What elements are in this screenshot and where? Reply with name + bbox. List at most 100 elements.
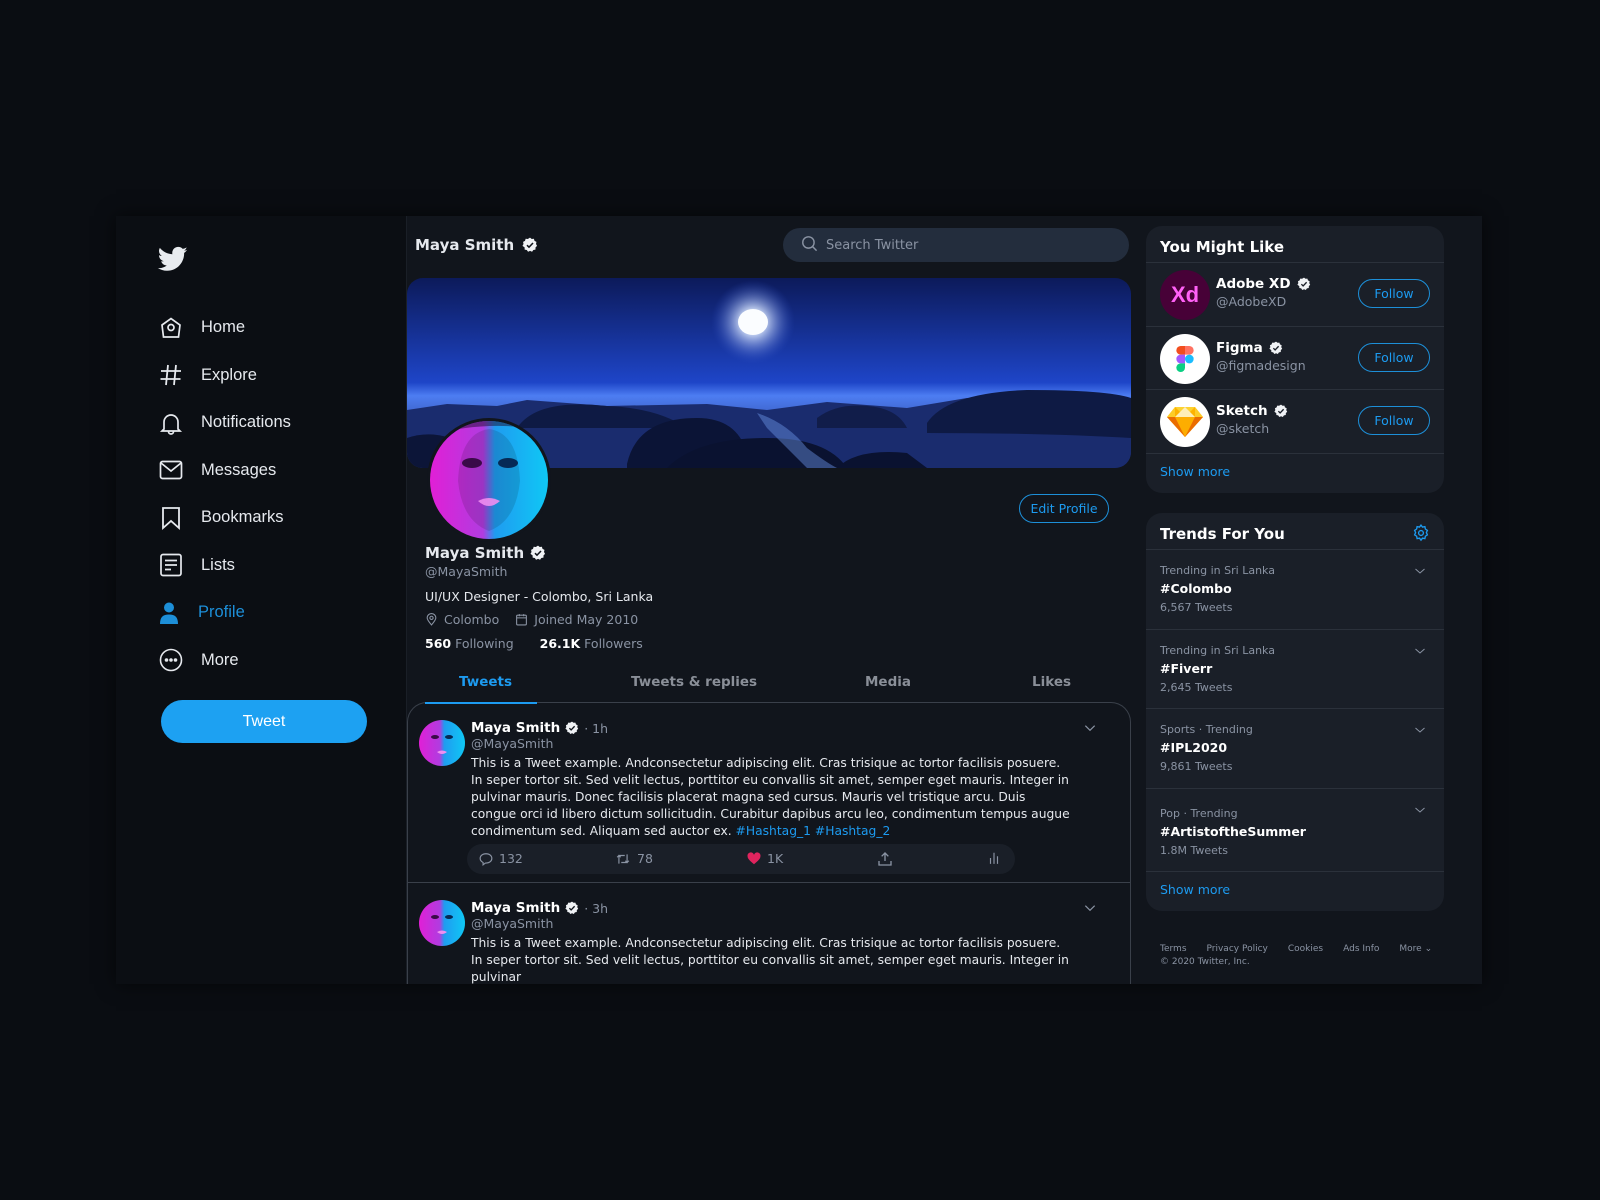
tweet-text: This is a Tweet example. Andconsectetur … <box>471 755 1071 840</box>
suggestion-handle: @AdobeXD <box>1216 294 1287 309</box>
chevron-down-icon[interactable] <box>1414 721 1426 733</box>
calendar-icon <box>516 614 528 626</box>
right-column: You Might Like Xd Adobe XD @AdobeXD Foll… <box>1134 216 1482 984</box>
trends-title-text: Trends For You <box>1160 525 1285 543</box>
tweet-avatar[interactable] <box>419 900 465 946</box>
tweet-avatar[interactable] <box>419 720 465 766</box>
profile-tabs: Tweets Tweets & replies Media Likes <box>407 664 1131 706</box>
suggestion-item[interactable]: Sketch @sketch Follow <box>1146 389 1444 453</box>
trend-hashtag[interactable]: #IPL2020 <box>1160 740 1227 755</box>
trends-show-more-link[interactable]: Show more <box>1146 870 1444 911</box>
trend-context: Trending in Sri Lanka <box>1160 643 1275 657</box>
suggestion-name[interactable]: Figma <box>1216 340 1263 356</box>
adobe-xd-logo-icon[interactable]: Xd <box>1160 270 1210 320</box>
chevron-down-icon[interactable] <box>1083 900 1097 914</box>
suggestions-show-more-link[interactable]: Show more <box>1146 452 1444 493</box>
footer-link-terms[interactable]: Terms <box>1160 944 1187 954</box>
suggestion-name[interactable]: Adobe XD <box>1216 276 1291 292</box>
nav-item-home[interactable]: Home <box>158 304 291 352</box>
trend-hashtag[interactable]: #ArtistoftheSummer <box>1160 824 1306 839</box>
retweet-count: 78 <box>637 851 653 866</box>
followers-link[interactable]: 26.1K Followers <box>540 636 643 651</box>
suggestion-item[interactable]: Figma @figmadesign Follow <box>1146 325 1444 390</box>
like-button[interactable]: 1K <box>747 851 783 866</box>
trend-item[interactable]: Trending in Sri Lanka #Fiverr 2,645 Twee… <box>1146 628 1444 709</box>
profile-avatar[interactable] <box>427 418 551 542</box>
edit-profile-button[interactable]: Edit Profile <box>1019 494 1109 523</box>
share-button[interactable] <box>877 851 893 867</box>
analytics-icon <box>989 852 999 864</box>
chevron-down-icon[interactable] <box>1414 642 1426 654</box>
verified-badge-icon <box>1273 404 1288 418</box>
footer-link-cookies[interactable]: Cookies <box>1288 944 1323 954</box>
trend-item[interactable]: Pop · Trending #ArtistoftheSummer 1.8M T… <box>1146 787 1444 871</box>
nav-item-lists[interactable]: Lists <box>158 542 291 590</box>
nav-item-more[interactable]: More <box>158 637 291 685</box>
nav-item-profile[interactable]: Profile <box>158 589 291 637</box>
footer-link-ads-info[interactable]: Ads Info <box>1343 944 1379 954</box>
sketch-logo-icon[interactable] <box>1160 397 1210 447</box>
nav-label: More <box>201 650 239 669</box>
follow-button[interactable]: Follow <box>1358 406 1430 435</box>
suggestion-item[interactable]: Xd Adobe XD @AdobeXD Follow <box>1146 262 1444 326</box>
verified-badge-icon <box>1269 341 1283 355</box>
suggestion-name[interactable]: Sketch <box>1216 403 1268 419</box>
nav-label: Bookmarks <box>201 508 284 527</box>
following-link[interactable]: 560 Following <box>425 636 514 651</box>
suggestion-name-row: Sketch <box>1216 403 1288 419</box>
nav-item-messages[interactable]: Messages <box>158 447 291 495</box>
tab-likes[interactable]: Likes <box>1032 674 1071 690</box>
twitter-bird-icon[interactable] <box>156 244 190 274</box>
retweet-icon <box>616 853 630 864</box>
chevron-down-icon[interactable] <box>1414 562 1426 574</box>
tab-tweets-replies[interactable]: Tweets & replies <box>631 674 757 690</box>
analytics-button[interactable] <box>987 851 1001 865</box>
like-count: 1K <box>767 851 784 866</box>
header-name: Maya Smith <box>415 236 515 254</box>
trend-hashtag[interactable]: #Colombo <box>1160 581 1232 596</box>
verified-badge-icon <box>530 545 546 561</box>
tweet-time: · 1h <box>584 720 609 736</box>
footer-link-more[interactable]: More ⌄ <box>1399 944 1432 954</box>
nav-item-explore[interactable]: Explore <box>158 352 291 400</box>
reply-button[interactable]: 132 <box>479 851 523 866</box>
nav-label: Explore <box>201 365 257 384</box>
chevron-down-icon[interactable] <box>1414 801 1426 813</box>
chevron-down-icon[interactable] <box>1083 720 1097 734</box>
suggestion-handle: @sketch <box>1216 421 1270 436</box>
profile-bio: UI/UX Designer - Colombo, Sri Lanka <box>425 589 654 604</box>
main-nav: Home Explore Notifications Messages Book… <box>158 304 291 684</box>
suggestion-name-row: Adobe XD <box>1216 276 1311 292</box>
hashtag-link[interactable]: #Hashtag_2 <box>815 824 890 838</box>
gear-icon[interactable] <box>1412 524 1430 546</box>
tab-tweets[interactable]: Tweets <box>459 674 512 690</box>
profile-name: Maya Smith <box>425 544 525 562</box>
figma-logo-icon[interactable] <box>1160 333 1210 384</box>
main-column: Maya Smith Search Twitter Edit Profile M… <box>406 216 1134 984</box>
nav-item-notifications[interactable]: Notifications <box>158 399 291 447</box>
retweet-button[interactable]: 78 <box>615 851 653 866</box>
tweet-author-name[interactable]: Maya Smith <box>471 720 560 736</box>
footer-link-privacy[interactable]: Privacy Policy <box>1207 944 1268 954</box>
search-bar[interactable] <box>783 228 1129 262</box>
follow-button[interactable]: Follow <box>1358 279 1430 308</box>
tweet-button[interactable]: Tweet <box>161 700 367 743</box>
app-window: Home Explore Notifications Messages Book… <box>116 216 1482 984</box>
tweet-author-handle: @MayaSmith <box>471 736 554 751</box>
suggestions-card: You Might Like Xd Adobe XD @AdobeXD Foll… <box>1146 226 1444 493</box>
tweet-time: · 3h <box>584 900 609 916</box>
trend-item[interactable]: Trending in Sri Lanka #Colombo 6,567 Twe… <box>1146 549 1444 629</box>
following-label: Following <box>455 636 514 651</box>
tweet-author-name[interactable]: Maya Smith <box>471 900 560 916</box>
tab-media[interactable]: Media <box>865 674 911 690</box>
search-input[interactable] <box>826 237 1106 253</box>
follow-button[interactable]: Follow <box>1358 342 1430 372</box>
nav-item-bookmarks[interactable]: Bookmarks <box>158 494 291 542</box>
nav-label: Notifications <box>201 413 291 432</box>
hashtag-link[interactable]: #Hashtag_1 <box>736 824 811 838</box>
trend-item[interactable]: Sports · Trending #IPL2020 9,861 Tweets <box>1146 708 1444 788</box>
share-icon <box>878 852 892 866</box>
trend-hashtag[interactable]: #Fiverr <box>1160 661 1212 676</box>
user-icon <box>158 600 184 626</box>
trend-count: 9,861 Tweets <box>1160 760 1233 773</box>
